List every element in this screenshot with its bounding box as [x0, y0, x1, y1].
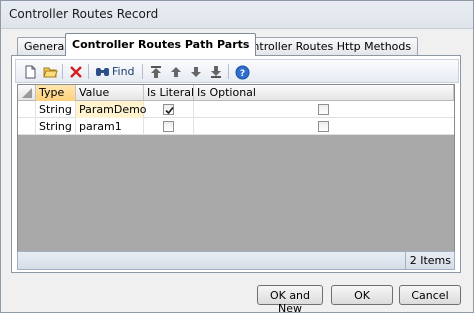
tab-controller-routes-http-methods[interactable]: Controller Routes Http Methods: [231, 37, 419, 55]
is-optional-checkbox[interactable]: [318, 104, 329, 115]
move-down-icon[interactable]: [186, 62, 205, 81]
move-top-icon[interactable]: [146, 62, 165, 81]
column-header-value[interactable]: Value: [76, 85, 144, 101]
open-folder-icon[interactable]: [40, 62, 59, 81]
toolbar-separator: [228, 64, 229, 79]
cell-is-optional: [194, 101, 454, 118]
find-button[interactable]: Find: [92, 62, 135, 81]
ok-and-new-button[interactable]: OK and New: [257, 285, 323, 315]
grid-status-bar: 2 Items: [17, 251, 455, 270]
is-optional-checkbox[interactable]: [318, 121, 329, 132]
new-icon[interactable]: [20, 62, 39, 81]
cell-is-literal: [144, 101, 194, 118]
toolbar-separator: [88, 64, 89, 79]
column-header-is-literal[interactable]: Is Literal: [144, 85, 194, 101]
row-selector-header[interactable]: [18, 85, 36, 101]
is-literal-checkbox[interactable]: [163, 121, 174, 132]
find-label: Find: [112, 65, 135, 78]
ok-button[interactable]: OK: [331, 285, 393, 305]
help-icon[interactable]: ?: [232, 62, 251, 81]
cancel-button[interactable]: Cancel: [399, 285, 461, 305]
move-up-icon[interactable]: [166, 62, 185, 81]
cell-value[interactable]: param1: [76, 118, 144, 135]
move-bottom-icon[interactable]: [206, 62, 225, 81]
grid-header: Type Value Is Literal Is Optional: [18, 85, 454, 101]
svg-text:?: ?: [240, 69, 245, 79]
tab-controller-routes-path-parts[interactable]: Controller Routes Path Parts: [65, 33, 257, 56]
cell-value[interactable]: ParamDemo: [76, 101, 147, 118]
delete-icon[interactable]: [66, 62, 85, 81]
find-icon: [96, 68, 109, 76]
checkmark-icon: [165, 106, 174, 115]
table-row[interactable]: String param1: [18, 118, 454, 135]
cell-is-literal: [144, 118, 194, 135]
row-selector[interactable]: [18, 101, 36, 118]
column-header-type[interactable]: Type: [36, 85, 76, 101]
row-selector[interactable]: [18, 118, 36, 135]
cell-type[interactable]: String: [36, 118, 76, 135]
path-parts-grid[interactable]: Type Value Is Literal Is Optional String…: [17, 84, 455, 267]
window-title: Controller Routes Record: [1, 1, 473, 29]
cell-type[interactable]: String: [36, 101, 76, 118]
is-literal-checkbox[interactable]: [163, 104, 174, 115]
column-header-is-optional[interactable]: Is Optional: [194, 85, 454, 101]
controller-routes-record-dialog: Controller Routes Record General Control…: [0, 0, 474, 315]
toolbar-separator: [142, 64, 143, 79]
item-count: 2 Items: [404, 252, 454, 269]
toolbar-separator: [62, 64, 63, 79]
cell-is-optional: [194, 118, 454, 135]
table-row[interactable]: String ParamDemo: [18, 101, 454, 118]
grid-toolbar: Find ?: [15, 59, 459, 83]
